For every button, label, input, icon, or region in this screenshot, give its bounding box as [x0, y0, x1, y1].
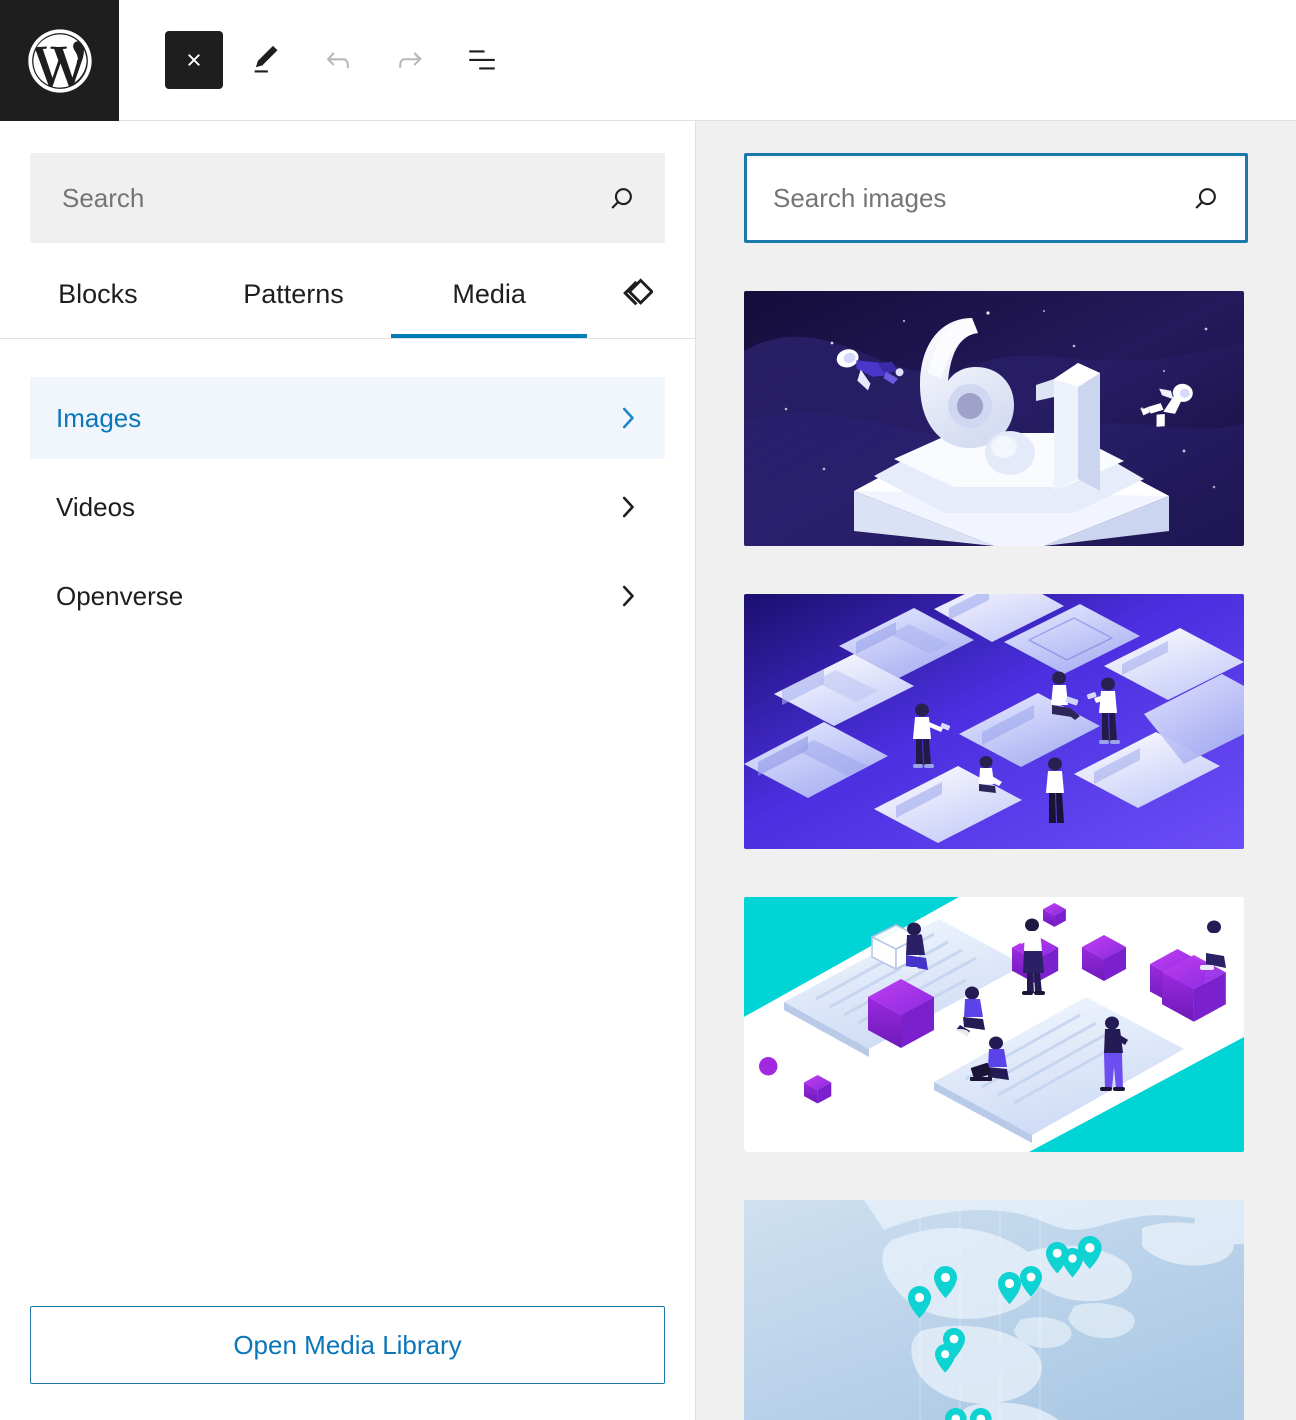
- redo-arrow-icon: [393, 43, 427, 77]
- category-item-openverse[interactable]: Openverse: [30, 555, 665, 637]
- open-media-library-button[interactable]: Open Media Library: [30, 1306, 665, 1384]
- image-search-input[interactable]: [773, 182, 1189, 214]
- media-result-wordpress-61-space[interactable]: [744, 291, 1244, 546]
- list-view-button[interactable]: [453, 31, 511, 89]
- editor-top-toolbar: [0, 0, 1296, 121]
- category-item-images[interactable]: Images: [30, 377, 665, 459]
- inserter-search-box[interactable]: [30, 153, 665, 243]
- undo-button[interactable]: [309, 31, 367, 89]
- pencil-edit-icon: [249, 43, 283, 77]
- tab-media[interactable]: Media: [391, 254, 588, 338]
- redo-button[interactable]: [381, 31, 439, 89]
- category-label: Openverse: [56, 581, 184, 611]
- media-category-list: Images Videos Openverse: [0, 339, 695, 1306]
- inserter-sidebar: Blocks Patterns Media Images: [0, 121, 696, 1420]
- media-result-world-map-pins[interactable]: [744, 1200, 1244, 1420]
- chevron-right-icon: [613, 403, 643, 433]
- inserter-tabs: Blocks Patterns Media: [0, 255, 695, 339]
- close-x-icon: [179, 45, 209, 75]
- media-results-list: [744, 291, 1248, 1420]
- media-result-teal-cubes[interactable]: [744, 897, 1244, 1152]
- media-block-toggle-button[interactable]: [587, 254, 673, 338]
- tab-blocks[interactable]: Blocks: [0, 254, 196, 338]
- search-icon: [1189, 181, 1223, 215]
- inserter-footer: Open Media Library: [0, 1306, 695, 1420]
- toolbar-button-group: [119, 0, 511, 120]
- wordpress-logo-icon: [22, 23, 98, 99]
- inserter-body: Blocks Patterns Media Images: [0, 121, 1296, 1420]
- wordpress-logo-button[interactable]: [0, 0, 119, 121]
- chevron-right-icon: [613, 492, 643, 522]
- category-item-videos[interactable]: Videos: [30, 466, 665, 548]
- category-label: Videos: [56, 492, 136, 522]
- media-results-panel: [696, 121, 1296, 1420]
- media-result-isometric-documents[interactable]: [744, 594, 1244, 849]
- category-label: Images: [56, 403, 142, 433]
- image-search-box[interactable]: [744, 153, 1248, 243]
- tab-patterns[interactable]: Patterns: [196, 254, 392, 338]
- search-icon: [605, 181, 639, 215]
- edit-tool-button[interactable]: [237, 31, 295, 89]
- media-block-icon: [607, 272, 654, 321]
- inserter-search-wrap: [0, 121, 695, 243]
- block-inserter-media-screen: Blocks Patterns Media Images: [0, 0, 1296, 1420]
- list-view-icon: [465, 43, 499, 77]
- search-input[interactable]: [62, 182, 605, 214]
- chevron-right-icon: [613, 581, 643, 611]
- undo-arrow-icon: [321, 43, 355, 77]
- close-inserter-button[interactable]: [165, 31, 223, 89]
